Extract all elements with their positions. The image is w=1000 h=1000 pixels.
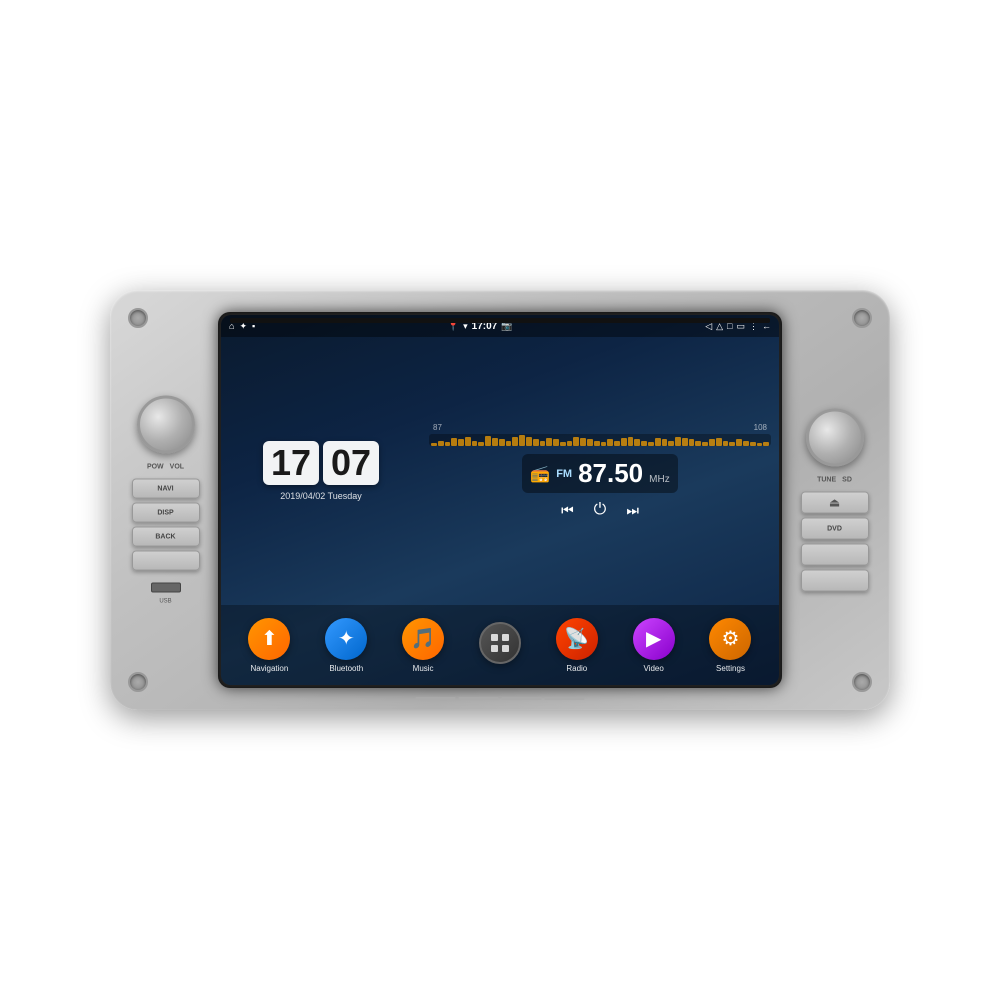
radio-display: 📻 FM 87.50 MHz (522, 454, 677, 493)
vent-3 (502, 697, 542, 700)
radio-info: 📻 FM 87.50 MHz (522, 454, 677, 493)
vol-pow-knob[interactable] (137, 396, 195, 454)
video-label: Video (643, 664, 663, 673)
navigation-icon-circle: ⬆ (248, 618, 290, 660)
radio-icon: 📻 (530, 464, 550, 484)
freq-range-labels: 87 108 (429, 423, 771, 432)
clock-hours: 17 (271, 445, 311, 481)
radio-label: Radio (566, 664, 587, 673)
clock-hours-block: 17 (263, 441, 319, 485)
bluetooth-icon-circle: ✦ (325, 618, 367, 660)
video-app[interactable]: ▶ Video (633, 618, 675, 673)
video-icon-circle: ▶ (633, 618, 675, 660)
prev-button[interactable]: ⏮ (561, 502, 574, 519)
extra-left-button[interactable] (132, 551, 200, 571)
vent-2 (459, 697, 499, 700)
screen-surround: ⌂ ✦ ▪ 📍 ▾ 17:07 📷 ◁ △ □ ▭ ⋮ ← (218, 312, 782, 688)
freq-value: 87.50 (578, 458, 643, 489)
clock-display: 17 07 (263, 441, 379, 485)
mount-hole-tl (128, 308, 148, 328)
power-button[interactable]: ⏻ (594, 501, 607, 519)
clock-date: 2019/04/02 Tuesday (280, 491, 362, 501)
disp-button[interactable]: DISP (132, 503, 200, 523)
left-knob-labels: POW VOL (147, 464, 184, 471)
eject-button[interactable]: ⏏ (801, 492, 869, 514)
music-app[interactable]: 🎵 Music (402, 618, 444, 673)
head-unit: POW VOL NAVI DISP BACK USB TUNE SD ⏏ DVD (110, 290, 890, 710)
clock-minutes-block: 07 (323, 441, 379, 485)
settings-app[interactable]: ⚙ Settings (709, 618, 751, 673)
mhz-label: MHz (649, 474, 670, 489)
main-content: 17 07 2019/04/02 Tuesday 87 108 (221, 337, 779, 605)
bluetooth-label: Bluetooth (329, 664, 363, 673)
bluetooth-app[interactable]: ✦ Bluetooth (325, 618, 367, 673)
apps-icon-circle (479, 622, 521, 664)
sd-label: SD (842, 477, 852, 484)
pow-label: POW (147, 464, 164, 471)
apps-grid-icon (489, 632, 511, 654)
dvd-button[interactable]: DVD (801, 518, 869, 540)
usb-port (151, 583, 181, 593)
freq-bar (429, 434, 771, 446)
freq-start: 87 (433, 423, 442, 432)
radio-controls: ⏮ ⏻ ⏭ (561, 501, 639, 519)
tune-label: TUNE (817, 477, 836, 484)
fm-label: FM (556, 468, 572, 480)
app-row: ⬆ Navigation ✦ Bluetooth 🎵 Music (221, 605, 779, 685)
radio-icon-circle: 📡 (556, 618, 598, 660)
extra-right-btn1[interactable] (801, 544, 869, 566)
bluetooth-icon: ✦ (338, 626, 355, 651)
radio-app-icon: 📡 (564, 626, 589, 651)
extra-right-btn2[interactable] (801, 570, 869, 592)
vol-label: VOL (170, 464, 184, 471)
cd-slot (230, 318, 770, 323)
radio-widget: 87 108 📻 FM 87.50 MHz (421, 337, 779, 605)
clock-minutes: 07 (331, 445, 371, 481)
navigation-label: Navigation (251, 664, 289, 673)
music-label: Music (413, 664, 434, 673)
freq-bars-visual (429, 434, 771, 446)
navigation-app[interactable]: ⬆ Navigation (248, 618, 290, 673)
video-icon: ▶ (646, 626, 661, 651)
mount-hole-br (852, 672, 872, 692)
music-icon: 🎵 (411, 626, 436, 651)
tune-sd-knob[interactable] (806, 409, 864, 467)
main-screen[interactable]: ⌂ ✦ ▪ 📍 ▾ 17:07 📷 ◁ △ □ ▭ ⋮ ← (221, 315, 779, 685)
navi-button[interactable]: NAVI (132, 479, 200, 499)
right-panel: TUNE SD ⏏ DVD (787, 409, 882, 592)
music-icon-circle: 🎵 (402, 618, 444, 660)
bottom-vents (416, 697, 585, 700)
mount-hole-bl (128, 672, 148, 692)
vent-4 (545, 697, 585, 700)
back-button-left[interactable]: BACK (132, 527, 200, 547)
next-button[interactable]: ⏭ (626, 502, 639, 519)
mount-hole-tr (852, 308, 872, 328)
clock-widget: 17 07 2019/04/02 Tuesday (221, 337, 421, 605)
settings-icon: ⚙ (722, 626, 740, 651)
navigation-icon: ⬆ (261, 626, 278, 651)
left-panel: POW VOL NAVI DISP BACK USB (118, 396, 213, 605)
radio-app[interactable]: 📡 Radio (556, 618, 598, 673)
settings-label: Settings (716, 664, 745, 673)
settings-icon-circle: ⚙ (709, 618, 751, 660)
apps-launcher[interactable] (479, 622, 521, 668)
vent-1 (416, 697, 456, 700)
usb-label: USB (159, 599, 171, 605)
right-knob-labels: TUNE SD (817, 477, 852, 484)
freq-end: 108 (754, 423, 767, 432)
